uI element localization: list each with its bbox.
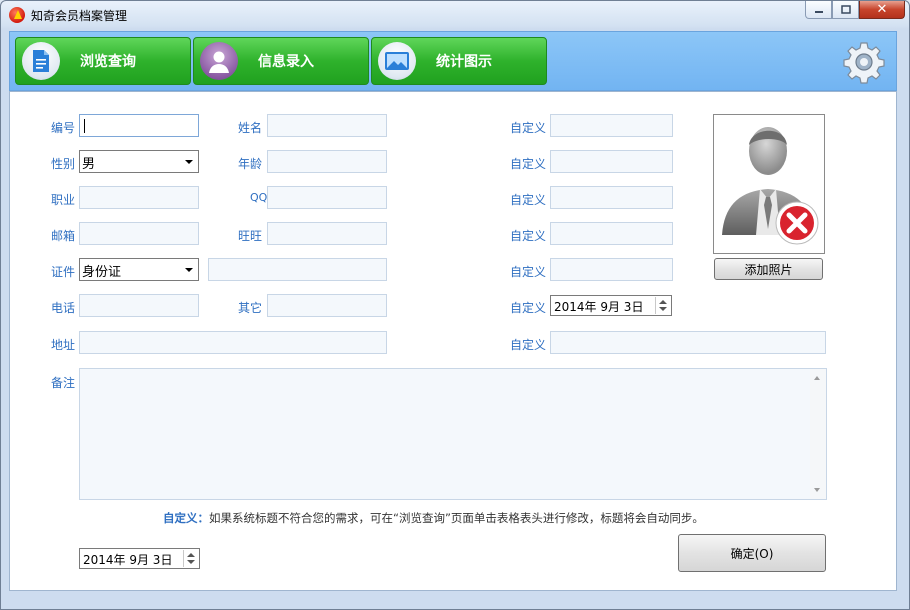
job-label: 职业 [51, 193, 76, 207]
close-icon: ✕ [876, 2, 888, 17]
wangwang-label: 旺旺 [238, 229, 263, 243]
gender-label: 性别 [51, 157, 76, 171]
id-field[interactable] [79, 114, 199, 137]
custom-label-5: 自定义 [510, 265, 547, 279]
cert-label: 证件 [51, 265, 76, 279]
form-panel: 编号 性别 男 职业 邮箱 证件 身份证 电话 地址 姓名 年龄 QQ 旺旺 其… [9, 91, 897, 591]
tab-browse-query-label: 浏览查询 [80, 54, 136, 70]
hint-title: 自定义： [163, 511, 209, 525]
minimize-icon [814, 10, 823, 13]
job-field[interactable] [79, 186, 199, 209]
minimize-button[interactable] [805, 1, 832, 19]
picture-icon [378, 42, 416, 80]
chevron-down-icon [185, 268, 193, 272]
id-label: 编号 [51, 121, 76, 135]
custom-label-1: 自定义 [510, 121, 547, 135]
tab-info-entry-label: 信息录入 [258, 54, 314, 70]
hint-text: 如果系统标题不符合您的需求，可在“浏览查询”页面单击表格表头进行修改，标题将会自… [209, 511, 704, 525]
gender-select-value: 男 [82, 157, 96, 172]
custom-field-5[interactable] [550, 258, 673, 281]
tab-info-entry[interactable]: 信息录入 [193, 37, 369, 85]
document-icon [22, 42, 60, 80]
custom-label-6: 自定义 [510, 301, 547, 315]
custom-label-4: 自定义 [510, 229, 547, 243]
age-field[interactable] [267, 150, 387, 173]
spin-up-icon [659, 300, 667, 304]
name-field[interactable] [267, 114, 387, 137]
remark-label: 备注 [51, 376, 76, 390]
tab-statistics-chart[interactable]: 统计图示 [371, 37, 547, 85]
add-photo-button[interactable]: 添加照片 [714, 258, 823, 280]
email-field[interactable] [79, 222, 199, 245]
qq-label: QQ [250, 191, 268, 204]
email-label: 邮箱 [51, 229, 76, 243]
qq-field[interactable] [267, 186, 387, 209]
gender-select[interactable]: 男 [79, 150, 199, 173]
phone-label: 电话 [51, 301, 76, 315]
footer-date-value: 2014年 9月 3日 [83, 553, 173, 567]
text-caret [84, 119, 85, 133]
other-label: 其它 [238, 301, 263, 315]
custom-field-hint: 自定义：如果系统标题不符合您的需求，可在“浏览查询”页面单击表格表头进行修改，标… [163, 510, 704, 526]
cert-type-select[interactable]: 身份证 [79, 258, 199, 281]
other-field[interactable] [267, 294, 387, 317]
name-label: 姓名 [238, 121, 263, 135]
confirm-button[interactable]: 确定(O) [678, 534, 826, 572]
scroll-up-icon [814, 376, 820, 380]
footer-date-picker[interactable]: 2014年 9月 3日 [79, 548, 200, 569]
custom-field-7[interactable] [550, 331, 826, 354]
scroll-down-icon [814, 488, 820, 492]
member-photo [713, 114, 825, 254]
wangwang-field[interactable] [267, 222, 387, 245]
maximize-icon [840, 5, 851, 14]
date-spinner[interactable] [655, 297, 670, 314]
tab-statistics-chart-label: 统计图示 [436, 54, 492, 70]
spin-down-icon [659, 307, 667, 311]
address-field[interactable] [79, 331, 387, 354]
custom-field-4[interactable] [550, 222, 673, 245]
date-spinner[interactable] [183, 550, 198, 567]
custom-label-2: 自定义 [510, 157, 547, 171]
app-window: 知奇会员档案管理 ✕ 浏览查询 信息录入 统计图示 编号 性别 男 职业 邮箱 … [0, 0, 910, 610]
spin-up-icon [187, 553, 195, 557]
custom-field-2[interactable] [550, 150, 673, 173]
address-label: 地址 [51, 338, 76, 352]
remark-textarea[interactable] [79, 368, 827, 500]
spin-down-icon [187, 560, 195, 564]
age-label: 年龄 [238, 157, 263, 171]
custom-date-picker[interactable]: 2014年 9月 3日 [550, 295, 672, 316]
custom-field-1[interactable] [550, 114, 673, 137]
gear-icon[interactable] [842, 40, 886, 84]
main-toolbar: 浏览查询 信息录入 统计图示 [9, 31, 897, 91]
custom-label-7: 自定义 [510, 338, 547, 352]
custom-field-3[interactable] [550, 186, 673, 209]
title-bar[interactable]: 知奇会员档案管理 ✕ [1, 1, 909, 29]
custom-label-3: 自定义 [510, 193, 547, 207]
close-button[interactable]: ✕ [859, 1, 905, 19]
delete-photo-icon[interactable] [774, 200, 820, 246]
chevron-down-icon [185, 160, 193, 164]
app-logo-icon [9, 7, 25, 23]
window-title: 知奇会员档案管理 [31, 9, 128, 23]
user-icon [200, 42, 238, 80]
remark-scrollbar[interactable] [810, 369, 826, 499]
cert-number-field[interactable] [208, 258, 387, 281]
phone-field[interactable] [79, 294, 199, 317]
custom-date-value: 2014年 9月 3日 [554, 300, 644, 314]
cert-type-value: 身份证 [82, 265, 122, 280]
maximize-button[interactable] [832, 1, 859, 19]
tab-browse-query[interactable]: 浏览查询 [15, 37, 191, 85]
